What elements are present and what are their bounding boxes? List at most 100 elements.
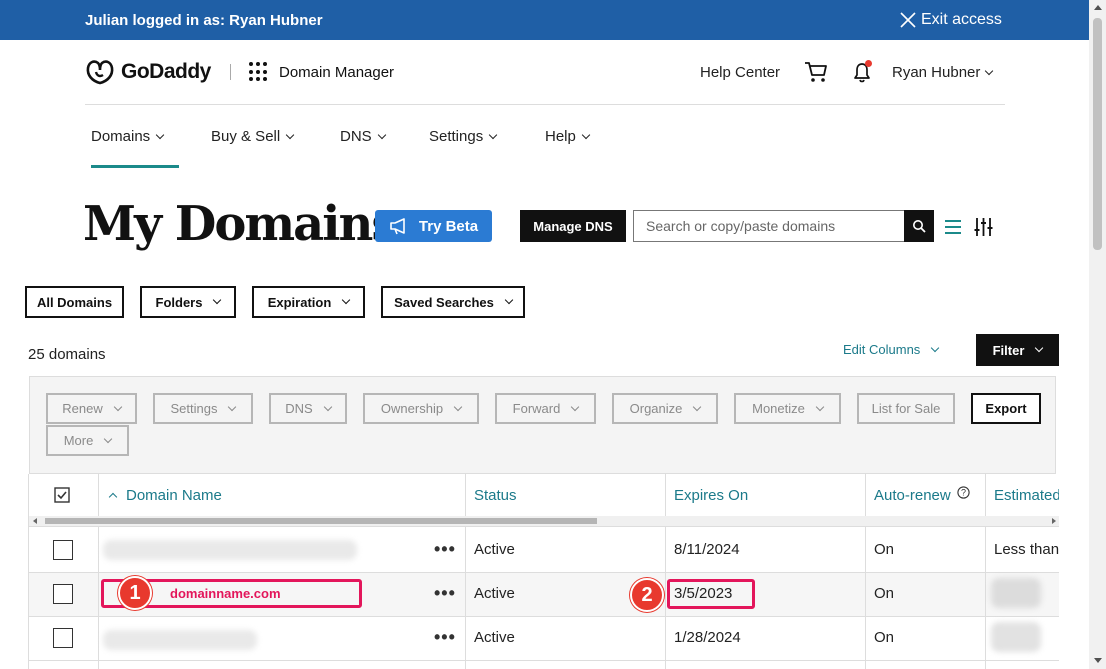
search-button[interactable] xyxy=(904,210,934,242)
expires-cell: 8/11/2024 xyxy=(674,541,740,558)
try-beta-label: Try Beta xyxy=(418,217,479,235)
redacted-estimate xyxy=(991,622,1041,652)
sliders-icon[interactable] xyxy=(974,217,993,237)
all-domains-button[interactable]: All Domains xyxy=(25,286,124,318)
chevron-down-icon xyxy=(931,343,940,352)
scroll-right-icon[interactable] xyxy=(1052,518,1056,524)
column-domain-name-label: Domain Name xyxy=(126,487,222,504)
page-scrollbar[interactable] xyxy=(1089,0,1106,669)
page-title: My Domains xyxy=(83,196,398,252)
app-name: Domain Manager xyxy=(279,64,395,81)
scroll-up-icon[interactable] xyxy=(1094,5,1102,10)
try-beta-button[interactable]: Try Beta xyxy=(375,210,492,242)
organize-label: Organize xyxy=(629,401,683,416)
filter-label: Filter xyxy=(992,342,1025,358)
expiration-label: Expiration xyxy=(267,294,332,310)
exit-access-button[interactable]: Exit access xyxy=(899,11,1002,29)
column-auto-renew[interactable]: Auto-renew ? xyxy=(874,486,970,504)
chevron-down-icon xyxy=(285,130,295,139)
chevron-down-icon xyxy=(323,402,332,411)
user-name: Ryan Hubner xyxy=(892,64,981,81)
app-grid-icon[interactable] xyxy=(249,62,269,82)
edit-columns-dropdown[interactable]: Edit Columns xyxy=(843,342,940,357)
header-divider xyxy=(230,64,231,80)
export-button[interactable]: Export xyxy=(971,393,1041,424)
chevron-down-icon xyxy=(571,402,580,411)
folders-label: Folders xyxy=(155,294,203,310)
user-menu[interactable]: Ryan Hubner xyxy=(892,64,994,81)
godaddy-logo[interactable]: GoDaddy xyxy=(85,59,211,85)
nav-dns[interactable]: DNS xyxy=(340,128,386,145)
column-expires-on[interactable]: Expires On xyxy=(674,487,748,504)
list-view-icon[interactable] xyxy=(944,219,962,235)
status-cell: Active xyxy=(474,541,515,558)
dns-action-button: DNS xyxy=(269,393,347,424)
nav-buy-sell-label: Buy & Sell xyxy=(211,128,281,145)
row-more-menu-icon[interactable]: ••• xyxy=(434,540,456,558)
autorenew-cell: On xyxy=(874,585,895,602)
chevron-down-icon xyxy=(504,295,514,305)
organize-button: Organize xyxy=(612,393,718,424)
megaphone-icon xyxy=(390,218,405,235)
help-center-link[interactable]: Help Center xyxy=(700,64,780,81)
step-badge-2: 2 xyxy=(630,578,664,612)
filter-button[interactable]: Filter xyxy=(976,334,1059,366)
nav-settings[interactable]: Settings xyxy=(429,128,498,145)
redacted-domain xyxy=(103,540,357,560)
brand-name: GoDaddy xyxy=(121,60,211,83)
close-icon xyxy=(900,12,916,28)
domain-count: 25 domains xyxy=(28,346,106,363)
scrollbar-thumb[interactable] xyxy=(1093,18,1102,250)
chevron-down-icon xyxy=(1035,343,1044,353)
column-estimated[interactable]: Estimated xyxy=(994,487,1059,504)
notification-dot-icon xyxy=(865,60,872,67)
nav-settings-label: Settings xyxy=(429,128,484,145)
impersonation-banner: Julian logged in as: Ryan Hubner Exit ac… xyxy=(0,0,1089,40)
nav-dns-label: DNS xyxy=(340,128,372,145)
chevron-down-icon xyxy=(693,402,702,411)
expiration-dropdown[interactable]: Expiration xyxy=(252,286,365,318)
row-more-menu-icon[interactable]: ••• xyxy=(434,584,456,602)
forward-button: Forward xyxy=(495,393,596,424)
column-status[interactable]: Status xyxy=(474,487,517,504)
row-more-menu-icon[interactable]: ••• xyxy=(434,628,456,646)
domain-name-link[interactable]: domainname.com xyxy=(170,586,281,601)
sort-ascending-icon xyxy=(108,492,118,502)
nav-domains[interactable]: Domains xyxy=(91,128,165,145)
chevron-down-icon xyxy=(228,402,237,411)
godaddy-logo-icon xyxy=(86,60,114,85)
notifications-bell-icon[interactable] xyxy=(850,60,874,84)
domain-search-input[interactable] xyxy=(633,210,905,242)
list-for-sale-button: List for Sale xyxy=(857,393,955,424)
svg-text:?: ? xyxy=(961,488,966,498)
scroll-left-icon[interactable] xyxy=(33,518,37,524)
manage-dns-button[interactable]: Manage DNS xyxy=(520,210,626,242)
scroll-down-icon[interactable] xyxy=(1094,658,1102,663)
search-icon xyxy=(913,220,926,233)
chevron-down-icon xyxy=(453,402,463,411)
expires-cell: 1/28/2024 xyxy=(674,629,741,646)
chevron-down-icon xyxy=(488,130,498,139)
nav-buy-sell[interactable]: Buy & Sell xyxy=(211,128,295,145)
table-scrollbar-thumb[interactable] xyxy=(45,518,597,524)
settings-action-button: Settings xyxy=(153,393,253,424)
saved-searches-label: Saved Searches xyxy=(394,294,494,310)
chevron-down-icon xyxy=(155,130,165,139)
row-checkbox[interactable] xyxy=(53,584,73,604)
cart-icon[interactable] xyxy=(804,61,828,83)
help-circle-icon[interactable]: ? xyxy=(957,486,970,499)
saved-searches-dropdown[interactable]: Saved Searches xyxy=(381,286,525,318)
redacted-estimate xyxy=(991,578,1041,608)
row-checkbox[interactable] xyxy=(53,540,73,560)
edit-columns-label: Edit Columns xyxy=(843,342,921,357)
table-horizontal-scrollbar[interactable] xyxy=(29,516,1059,526)
step-badge-1: 1 xyxy=(118,576,152,610)
select-all-checkbox[interactable] xyxy=(54,487,70,503)
folders-dropdown[interactable]: Folders xyxy=(140,286,236,318)
nav-help[interactable]: Help xyxy=(545,128,591,145)
monetize-button: Monetize xyxy=(734,393,841,424)
status-cell: Active xyxy=(474,585,515,602)
column-domain-name[interactable]: Domain Name xyxy=(108,487,222,504)
nav-help-label: Help xyxy=(545,128,576,145)
row-checkbox[interactable] xyxy=(53,628,73,648)
